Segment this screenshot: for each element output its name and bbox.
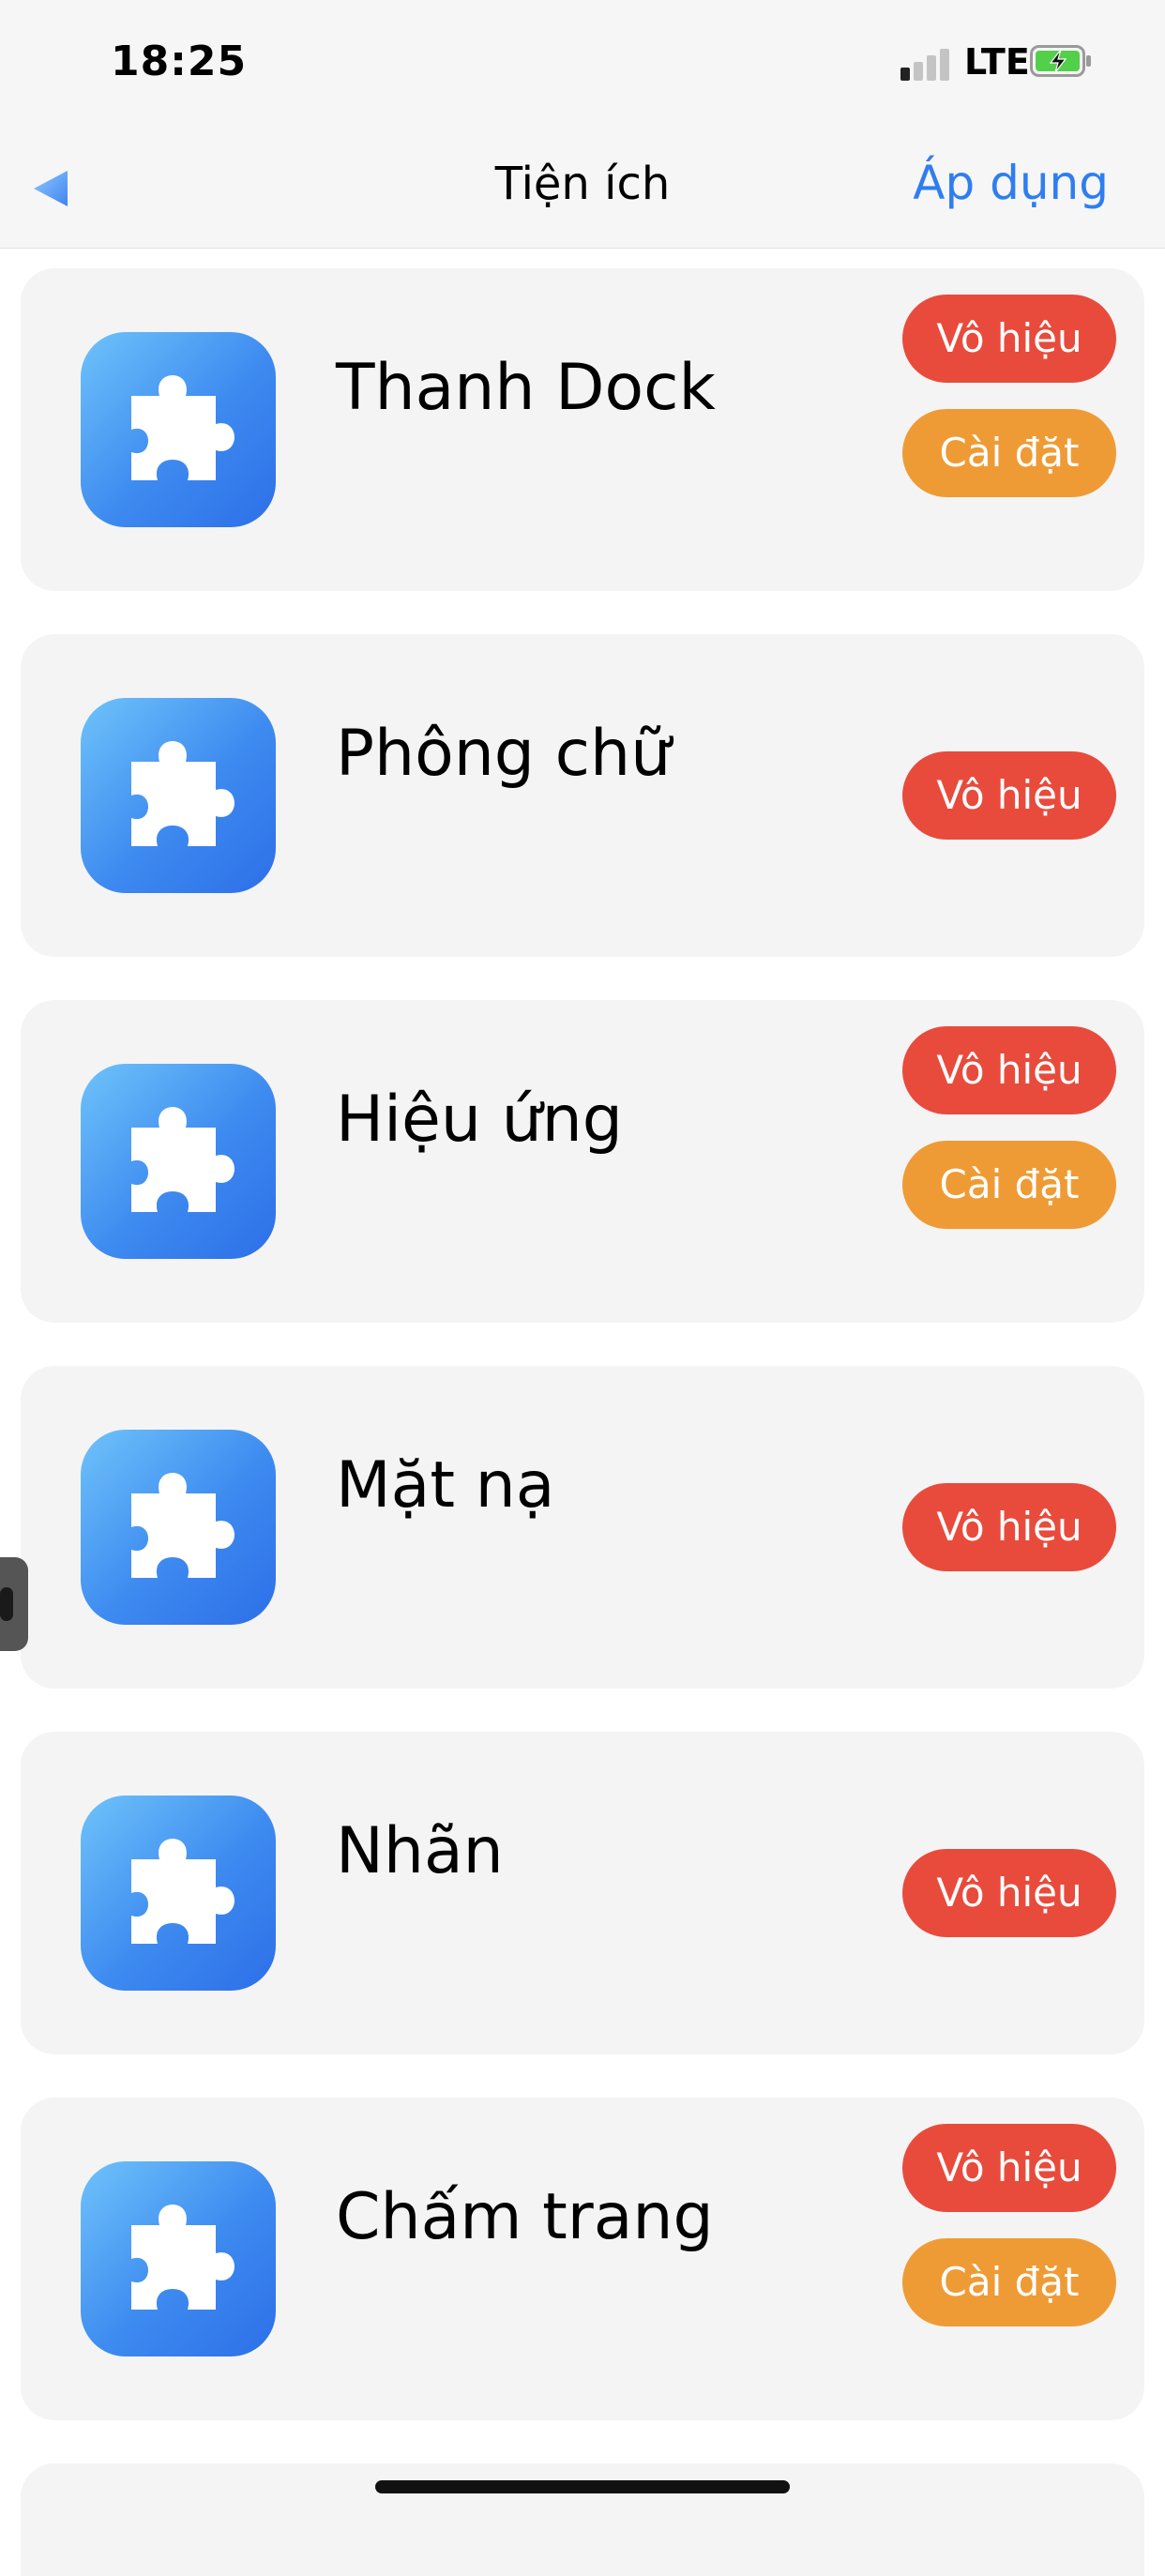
settings-button[interactable]: Cài đặt — [902, 1141, 1116, 1229]
extension-name: Mặt nạ — [336, 1448, 555, 1523]
extension-name: Nhãn — [336, 1814, 504, 1888]
disable-button[interactable]: Vô hiệu — [902, 295, 1116, 383]
extension-card: Phông chữ Vô hiệu — [21, 634, 1144, 957]
disable-button[interactable]: Vô hiệu — [902, 1026, 1116, 1114]
apply-button[interactable]: Áp dụng — [913, 156, 1109, 210]
signal-strength-icon — [900, 49, 955, 81]
puzzle-icon — [81, 698, 276, 893]
extension-name: Phông chữ — [336, 717, 672, 791]
puzzle-icon — [81, 1796, 276, 1991]
extension-card: Mặt nạ Vô hiệu — [21, 1366, 1144, 1689]
extension-name: Hiệu ứng — [336, 1083, 623, 1157]
puzzle-icon — [81, 1430, 276, 1625]
network-type: LTE — [964, 41, 1030, 83]
extension-name: Chấm trang — [336, 2180, 714, 2254]
status-time: 18:25 — [111, 38, 248, 85]
settings-button[interactable]: Cài đặt — [902, 409, 1116, 497]
extension-card: Chấm trang Vô hiệu Cài đặt — [21, 2098, 1144, 2420]
extension-card: Hiệu ứng Vô hiệu Cài đặt — [21, 1000, 1144, 1323]
battery-charging-icon — [1030, 45, 1091, 77]
home-indicator[interactable] — [375, 2480, 790, 2493]
extension-name: Thanh Dock — [336, 351, 716, 425]
extension-list: Thanh Dock Vô hiệu Cài đặt Phông chữ Vô … — [21, 268, 1144, 2576]
puzzle-icon — [81, 332, 276, 527]
puzzle-icon — [81, 1064, 276, 1259]
disable-button[interactable]: Vô hiệu — [902, 2124, 1116, 2212]
disable-button[interactable]: Vô hiệu — [902, 751, 1116, 840]
status-bar: 18:25 LTE — [0, 0, 1165, 128]
disable-button[interactable]: Vô hiệu — [902, 1849, 1116, 1937]
extension-card: Nhãn Vô hiệu — [21, 1732, 1144, 2054]
nav-bar: Tiện ích Áp dụng — [0, 128, 1165, 249]
disable-button[interactable]: Vô hiệu — [902, 1483, 1116, 1571]
extension-card: Thanh Dock Vô hiệu Cài đặt — [21, 268, 1144, 591]
puzzle-icon — [81, 2161, 276, 2356]
settings-button[interactable]: Cài đặt — [902, 2238, 1116, 2326]
floating-handle[interactable] — [0, 1557, 28, 1651]
